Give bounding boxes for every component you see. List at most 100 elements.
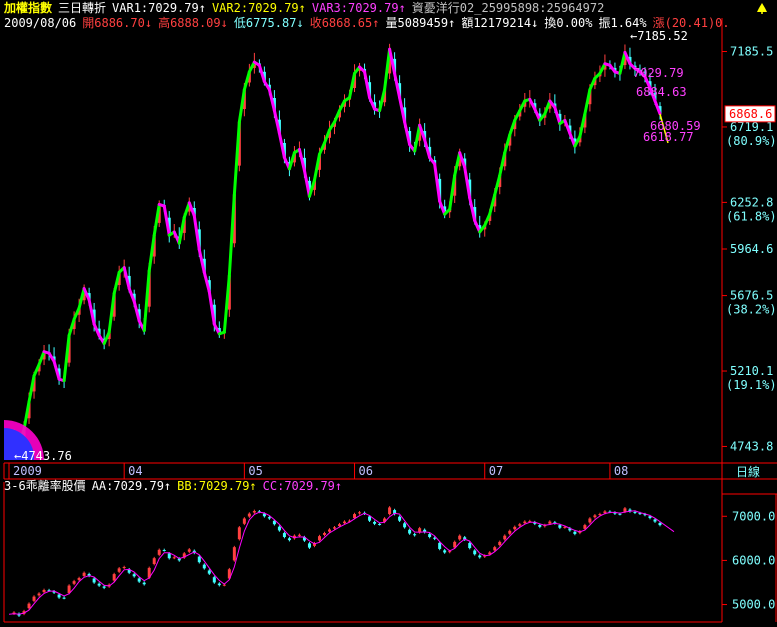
var2-value: VAR2:7029.79↑ (211, 1, 306, 15)
close-price: 收6868.65↑ (309, 16, 380, 30)
alarm-icon[interactable] (755, 2, 769, 14)
sub-candle-body (242, 518, 246, 524)
price-tick-percent: (38.2%) (726, 303, 777, 317)
sub-indicator-title[interactable]: 3-6乖離率股價 (4, 479, 86, 493)
sub-candle-body (277, 526, 281, 531)
sub-candle-body (132, 574, 136, 577)
chart-window: 7185.5 6719.1 (80.9%) 6252.8 (61.8%) 5964.6 56… (0, 0, 777, 623)
sub-candle-body (473, 550, 477, 555)
sub-candle-body (588, 518, 592, 523)
sub-candle-body (142, 582, 146, 585)
sub-candle-body (658, 522, 662, 526)
sub-candle-body (343, 521, 347, 524)
sub-candle-body (102, 586, 106, 588)
sub-candle-body (478, 555, 482, 558)
sub-candle-body (403, 523, 407, 528)
sub-tick-label: 7000.0 (732, 509, 775, 523)
date-tick-label: 2009 (13, 464, 42, 478)
sub-candle-body (72, 581, 76, 584)
sub-candle-body (428, 534, 432, 538)
sub-candle-body (493, 547, 497, 551)
sub-candle-body (398, 516, 402, 521)
sub-candle-body (618, 513, 622, 515)
price-tick-label: 7185.5 (730, 45, 773, 59)
sub-candle-body (92, 578, 96, 583)
last-price-label: 6868.6 (729, 107, 772, 121)
sub-tick-label: 5000.0 (732, 598, 775, 612)
sub-candle-body (333, 527, 336, 529)
price-tick-percent: (80.9%) (726, 134, 777, 148)
index-title[interactable]: 加權指數 (4, 1, 52, 15)
sub-candle-body (558, 525, 562, 528)
sub-candle-body (498, 541, 502, 546)
high-annotation: ←7185.52 (630, 29, 688, 43)
price-tick-label: 5210.1 (730, 364, 773, 378)
sub-candle-body (368, 516, 372, 521)
sub-candle-body (598, 514, 602, 516)
sub-candle-body (42, 589, 46, 593)
sub-candle-body (37, 593, 41, 596)
sub-candle-body (187, 549, 191, 552)
annotation-value-2: 6884.63 (636, 85, 687, 99)
sub-candle-body (237, 527, 241, 540)
sub-candle-body (252, 510, 256, 513)
sub-candle-body (378, 523, 382, 525)
price-tick-percent: (19.1%) (726, 378, 777, 392)
sub-candle-body (62, 597, 66, 599)
var1-value: VAR1:7029.79↑ (112, 1, 206, 15)
sub-candle-body (433, 537, 437, 539)
sub-candle-body (653, 519, 657, 522)
header-row-2: 2009/08/06 開6886.70↓ 高6888.09↓ 低6775.87↓ 收68… (4, 16, 736, 30)
sub-candle-body (112, 574, 116, 581)
period-label: 日線 (736, 464, 760, 479)
cc-series-line (8, 510, 675, 615)
sub-candle-body (57, 594, 61, 598)
volume: 量5089459↑ (385, 16, 456, 30)
high-price: 高6888.09↓ (158, 16, 228, 30)
sub-candle-body (513, 526, 517, 530)
sub-candle-body (77, 578, 81, 580)
sub-candle-body (202, 564, 206, 569)
price-tick-percent: (61.8%) (726, 209, 777, 223)
price-change: 漲(20.41)0. (652, 16, 730, 30)
sub-candle-body (122, 567, 126, 569)
bb-value: BB:7029.79↑ (177, 479, 257, 493)
sub-candle-body (32, 596, 36, 601)
price-tick-label: 5964.6 (730, 242, 773, 256)
sub-candle-body (282, 533, 286, 538)
sub-candle-body (523, 521, 527, 524)
sub-tick-label: 6000.0 (732, 553, 775, 567)
sub-candle-body (97, 583, 101, 586)
sub-candle-body (508, 530, 512, 534)
sub-candle-body (207, 570, 211, 574)
quote-date: 2009/08/06 (4, 16, 77, 30)
sub-candle-body (583, 525, 587, 529)
date-tick-label: 06 (359, 464, 373, 478)
annotation-value-4: 6618.77 (643, 130, 694, 144)
sub-candle-body (137, 578, 141, 582)
sub-candle-body (167, 553, 171, 559)
sub-candle-body (317, 536, 321, 541)
sub-header-row: 3-6乖離率股價 AA:7029.79↑ BB:7029.79↑ CC:7029.79… (4, 479, 348, 493)
sub-candle-body (222, 584, 226, 586)
sub-candle-body (157, 549, 161, 555)
indicator-mode[interactable]: 三日轉折 (58, 1, 106, 15)
sub-candle-body (117, 568, 121, 572)
account-code: 資憂洋行02_25995898:25964972 (411, 1, 605, 15)
sub-candle-body (438, 542, 442, 549)
aa-value: AA:7029.79↑ (91, 479, 172, 493)
date-tick-label: 08 (614, 464, 628, 478)
sub-candle-body (27, 603, 31, 609)
sub-candle-body (538, 525, 542, 527)
date-tick-label: 04 (128, 464, 142, 478)
amount: 額12179214↓ (461, 16, 539, 30)
sub-candle-body (548, 521, 552, 524)
sub-candle-body (353, 514, 357, 519)
chart-canvas[interactable]: 7185.56719.1(80.9%)6252.8(61.8%)5964.656… (0, 0, 777, 623)
sub-candle-body (373, 521, 377, 524)
sub-candle-body (267, 517, 271, 519)
sub-candle-body (217, 583, 221, 586)
var3-value: VAR3:7029.79↑ (311, 1, 406, 15)
sub-candle-body (563, 526, 567, 528)
annotation-value-1: 7029.79 (633, 66, 684, 80)
